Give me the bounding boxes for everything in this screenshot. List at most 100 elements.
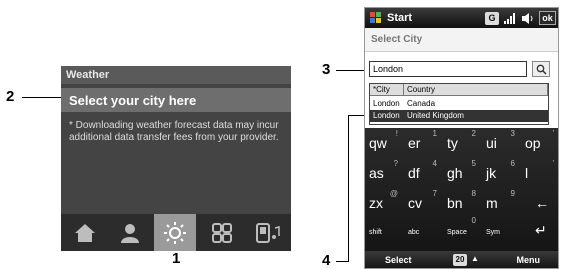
key-alt-label: 6 [510, 159, 515, 168]
programs-tab[interactable] [201, 214, 243, 251]
key-zx[interactable]: @ zx [365, 188, 404, 213]
key-alt-label: 9 [510, 189, 515, 198]
key-label: m [486, 195, 498, 211]
key-alt-label: 3 [510, 129, 515, 138]
on-screen-keyboard: ! qw 1 er 2 ty 3 ui ' op ? as 4 df 5 gh 6 jk ' l @… [365, 128, 558, 251]
key-label: as [369, 165, 384, 181]
key-alt-label: ! [395, 129, 398, 138]
search-icon [536, 64, 547, 75]
signal-icon[interactable] [503, 12, 517, 25]
select-softkey[interactable]: Select [385, 255, 412, 265]
key-alt-label: 1 [432, 129, 437, 138]
key-alt-label: 7 [432, 189, 437, 198]
backspace-key[interactable]: ← [521, 188, 558, 213]
city-cell: London [373, 99, 400, 108]
key-label: zx [369, 195, 383, 211]
key-label: jk [486, 165, 497, 181]
weather-panel: Weather Select your city here * Download… [61, 66, 291, 251]
weather-sun-icon [164, 221, 186, 244]
key-alt-label: ' [552, 129, 554, 138]
key-label: op [525, 135, 541, 151]
key-label: gh [447, 165, 463, 181]
key-op[interactable]: ' op [521, 128, 558, 153]
key-ui[interactable]: 3 ui [482, 128, 521, 153]
callout-line-4-vertical [348, 115, 349, 262]
key-alt-label: ? [393, 159, 398, 168]
callout-number-3: 3 [322, 61, 331, 78]
column-header-country[interactable]: Country [404, 84, 548, 96]
status-icons: G ok [485, 11, 556, 25]
key-alt-label: 8 [471, 189, 476, 198]
city-cell: London [373, 111, 400, 120]
key-label: qw [369, 135, 387, 151]
volume-icon[interactable] [521, 12, 535, 25]
search-button[interactable] [532, 61, 550, 77]
space-key[interactable]: 0 Space [443, 216, 482, 245]
callout-number-4: 4 [322, 252, 331, 269]
table-header-row: *City Country [370, 84, 548, 96]
data-fee-note: * Downloading weather forecast data may … [69, 120, 279, 143]
key-bn[interactable]: 8 bn [443, 188, 482, 213]
callout-line-2 [22, 97, 61, 98]
key-gh[interactable]: 5 gh [443, 158, 482, 183]
key-alt-label: 2 [471, 129, 476, 138]
start-menu-label[interactable]: Start [387, 12, 412, 24]
enter-key[interactable]: ↵ [521, 220, 558, 245]
key-alt-label: 0 [471, 216, 476, 225]
gprs-badge: G [485, 11, 499, 25]
key-alt-label: @ [389, 189, 398, 198]
key-alt-label: ' [552, 159, 554, 168]
home-icon [75, 223, 95, 242]
input-method-icon[interactable]: 20 [453, 254, 467, 266]
home-tab[interactable] [64, 214, 106, 251]
input-panel-toggle-icon[interactable]: ▲ [471, 254, 479, 263]
abc-key[interactable]: abc [404, 220, 443, 245]
shift-key[interactable]: shift [365, 220, 404, 245]
sym-key[interactable]: Sym [482, 220, 521, 245]
country-cell: Canada [407, 99, 436, 108]
weather-title: Weather [61, 66, 291, 84]
key-m[interactable]: 9m [482, 188, 521, 213]
key-label: Space [447, 229, 467, 236]
menu-softkey[interactable]: Menu [517, 255, 541, 265]
table-row[interactable]: London Canada [370, 98, 548, 110]
key-qw[interactable]: ! qw [365, 128, 404, 153]
key-as[interactable]: ? as [365, 158, 404, 183]
key-alt-label: 5 [471, 159, 476, 168]
callout-number-1: 1 [172, 250, 181, 267]
city-results-table: *City Country London Canada London Unite… [369, 83, 549, 125]
callout-number-2: 2 [6, 88, 15, 105]
table-row-selected[interactable]: London United Kingdom [370, 110, 548, 122]
column-header-city[interactable]: *City [370, 84, 404, 96]
enter-icon: ↵ [535, 222, 547, 238]
key-label: ty [447, 135, 458, 151]
key-label: shift [369, 229, 382, 236]
key-df[interactable]: 4 df [404, 158, 443, 183]
key-cv[interactable]: 7 cv [404, 188, 443, 213]
key-label: abc [408, 229, 420, 236]
key-alt-label: 4 [432, 159, 437, 168]
key-ty[interactable]: 2 ty [443, 128, 482, 153]
key-label: bn [447, 195, 463, 211]
country-cell: United Kingdom [407, 111, 464, 120]
phone-screen: Start G ok Select City London *City Coun… [364, 7, 559, 269]
key-l[interactable]: ' l [521, 158, 558, 183]
key-label: Sym [486, 229, 500, 236]
city-search-input[interactable]: London [369, 61, 527, 77]
select-city-link[interactable]: Select your city here [61, 88, 291, 112]
music-phone-icon [256, 222, 280, 243]
status-bar: Start G ok [365, 8, 558, 28]
softkey-bar: Select 20 ▲ Menu [365, 251, 558, 268]
home-tab-bar [61, 214, 291, 251]
key-label: er [408, 135, 421, 151]
ok-button[interactable]: ok [539, 11, 556, 25]
key-label: df [408, 165, 420, 181]
backspace-icon: ← [535, 195, 549, 211]
contacts-tab[interactable] [109, 214, 151, 251]
contact-icon [121, 223, 139, 243]
key-er[interactable]: 1 er [404, 128, 443, 153]
weather-tab[interactable] [154, 214, 196, 251]
music-tab[interactable] [247, 214, 289, 251]
key-jk[interactable]: 6 jk [482, 158, 521, 183]
windows-flag-icon[interactable] [369, 11, 383, 25]
